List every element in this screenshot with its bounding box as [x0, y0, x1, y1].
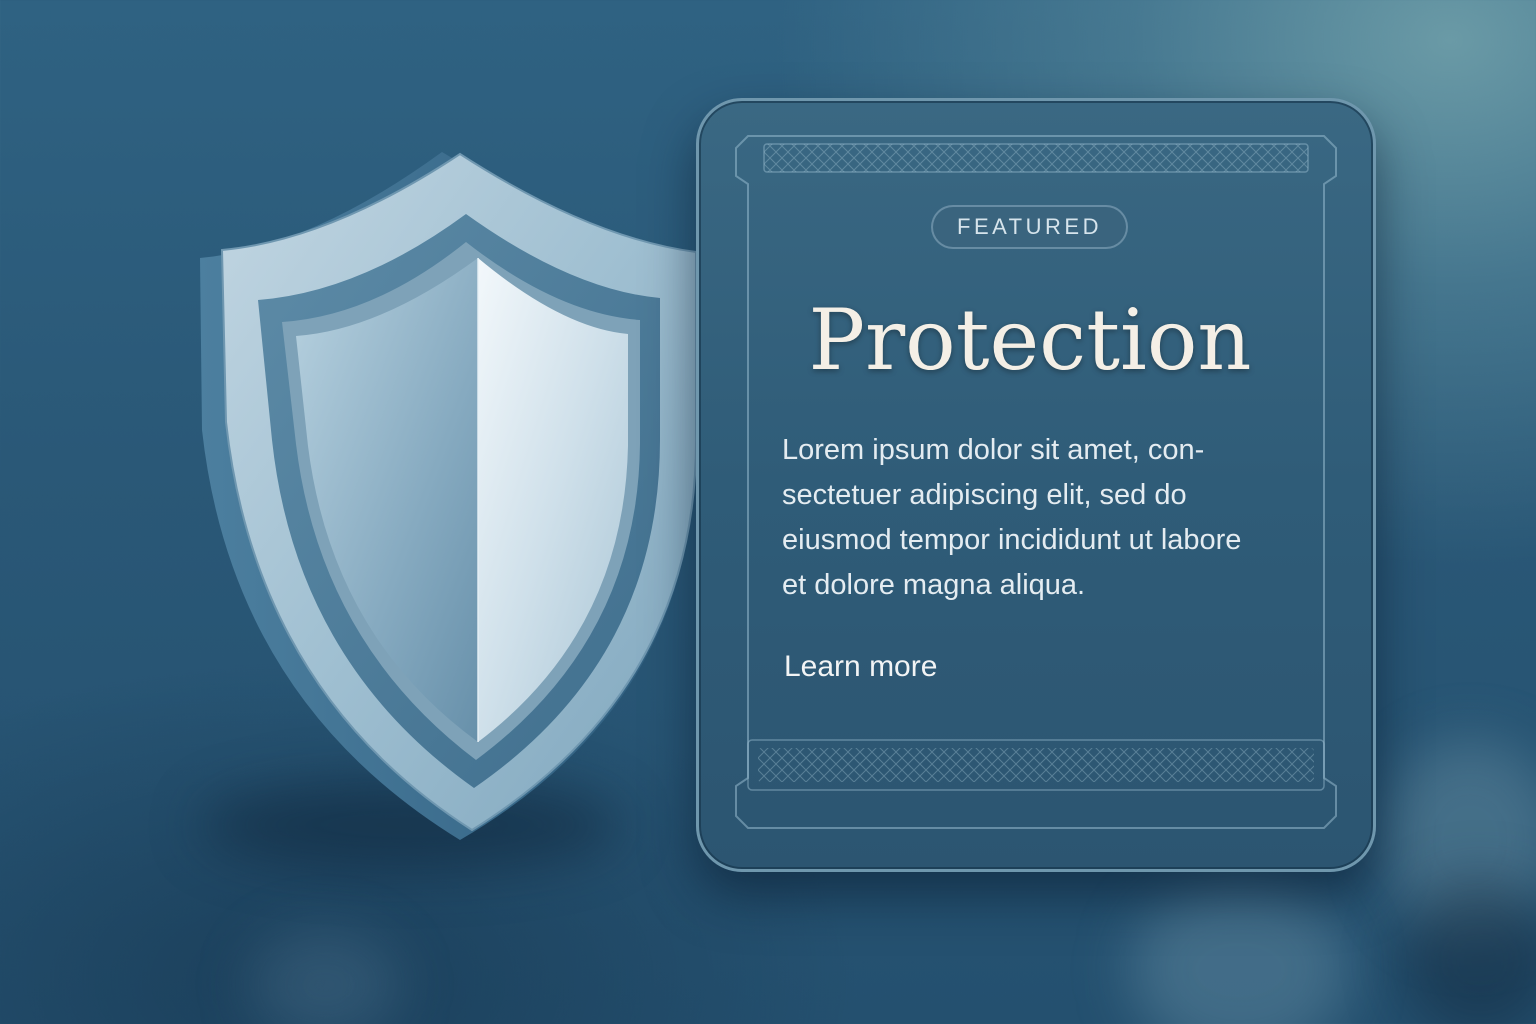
- background-bokeh: [1130, 880, 1350, 1024]
- background-bokeh: [250, 930, 400, 1024]
- shield-icon: [160, 140, 720, 860]
- card-description: Lorem ipsum dolor sit amet, con- sectetu…: [782, 428, 1342, 608]
- card-description-text: Lorem ipsum dolor sit amet, con- sectetu…: [782, 434, 1242, 601]
- featured-badge: FEATURED: [931, 205, 1128, 249]
- learn-more-link[interactable]: Learn more: [784, 647, 937, 687]
- card-title: Protection: [808, 291, 1252, 389]
